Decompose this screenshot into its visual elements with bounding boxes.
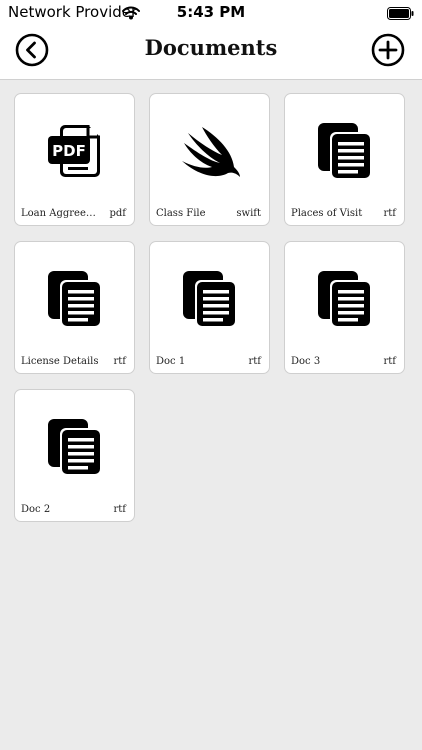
- copy-document-icon: [15, 264, 134, 334]
- copy-document-icon: [15, 412, 134, 482]
- document-extension: rtf: [113, 356, 127, 367]
- document-tile[interactable]: Doc 1 rtf: [149, 241, 270, 374]
- document-extension: swift: [236, 208, 261, 219]
- swift-icon: [150, 116, 269, 186]
- pdf-icon: PDF: [15, 116, 134, 186]
- document-extension: rtf: [383, 356, 397, 367]
- add-document-button[interactable]: [371, 33, 405, 67]
- document-extension: pdf: [109, 208, 126, 219]
- document-tile[interactable]: Doc 3 rtf: [284, 241, 405, 374]
- battery-icon: [387, 5, 414, 20]
- document-name: Doc 3: [291, 356, 321, 367]
- document-name: License Details: [21, 356, 99, 367]
- plus-circle-icon: [371, 33, 405, 67]
- document-name: Class File: [156, 208, 206, 219]
- document-name: Places of Visit: [291, 208, 363, 219]
- status-bar: Network Provider 5:43 PM: [0, 0, 422, 24]
- document-tile[interactable]: License Details rtf: [14, 241, 135, 374]
- document-extension: rtf: [248, 356, 262, 367]
- page-title: Documents: [144, 35, 278, 60]
- svg-text:PDF: PDF: [52, 142, 86, 160]
- copy-document-icon: [150, 264, 269, 334]
- status-time: 5:43 PM: [176, 3, 246, 21]
- document-tile[interactable]: Places of Visit rtf: [284, 93, 405, 226]
- document-grid: PDF Loan Aggreement pdf Class File swift: [14, 93, 410, 522]
- navigation-bar: Documents: [0, 24, 422, 80]
- copy-document-icon: [285, 264, 404, 334]
- document-extension: rtf: [113, 504, 127, 515]
- document-extension: rtf: [383, 208, 397, 219]
- document-tile[interactable]: Doc 2 rtf: [14, 389, 135, 522]
- copy-document-icon: [285, 116, 404, 186]
- document-name: Doc 2: [21, 504, 51, 515]
- document-tile[interactable]: Class File swift: [149, 93, 270, 226]
- document-name: Loan Aggreement: [21, 208, 99, 219]
- document-tile[interactable]: PDF Loan Aggreement pdf: [14, 93, 135, 226]
- document-name: Doc 1: [156, 356, 186, 367]
